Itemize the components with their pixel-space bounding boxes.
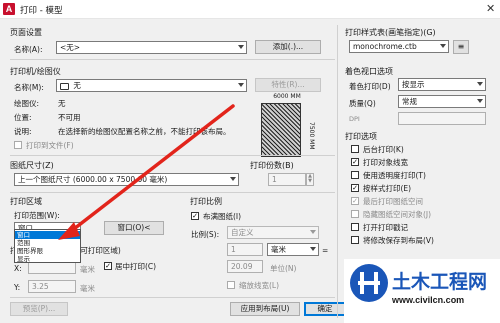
watermark: 土木工程网 www.civilcn.com: [344, 259, 500, 323]
watermark-brand: 土木工程网: [392, 271, 488, 293]
watermark-url: www.civilcn.com: [392, 295, 465, 305]
arrow-shaft: [68, 104, 235, 234]
logo-bar: [358, 281, 380, 285]
watermark-logo-icon: [350, 264, 388, 302]
